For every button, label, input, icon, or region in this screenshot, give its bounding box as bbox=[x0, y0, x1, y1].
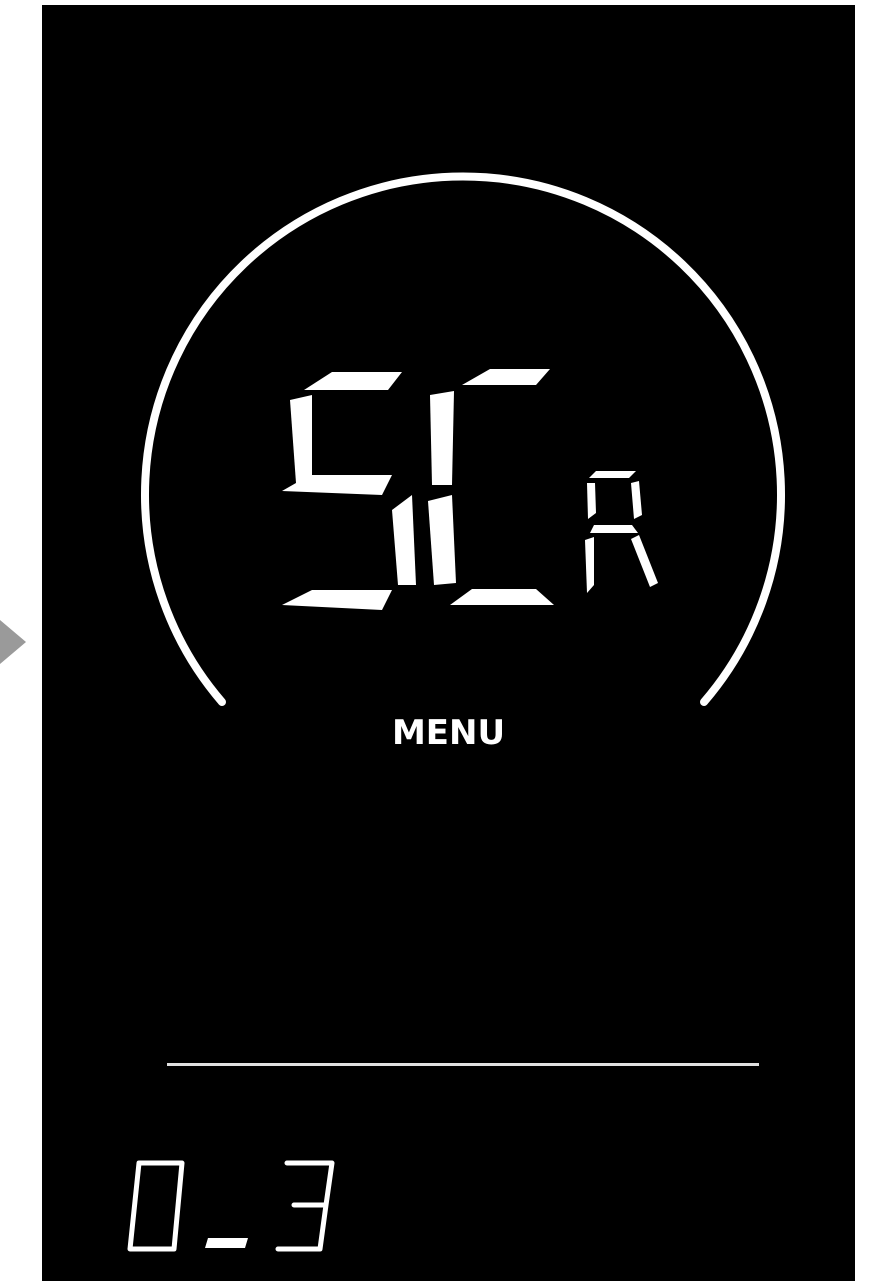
setting-digit-zero bbox=[127, 1160, 185, 1252]
mode-digit-c bbox=[428, 369, 554, 605]
gauge-arc bbox=[141, 172, 785, 706]
divider-line bbox=[167, 1063, 759, 1066]
mode-digit-s bbox=[282, 372, 416, 610]
mode-suffix-r bbox=[585, 471, 658, 593]
lcd-segments bbox=[127, 172, 785, 1252]
side-arrow-icon bbox=[0, 620, 26, 664]
setting-digit-three bbox=[275, 1160, 335, 1252]
menu-label: MENU bbox=[391, 713, 506, 753]
setting-separator bbox=[205, 1238, 248, 1248]
display-stage: MENU bbox=[0, 0, 875, 1281]
lcd-screen: MENU bbox=[42, 5, 855, 1281]
